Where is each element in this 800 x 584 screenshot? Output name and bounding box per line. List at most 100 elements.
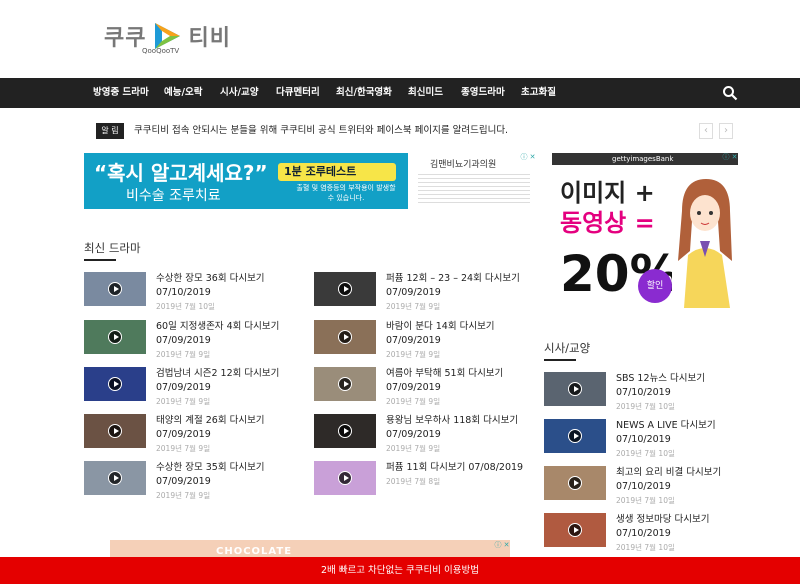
item-date: 07/10/2019 <box>616 481 671 492</box>
item-title[interactable]: 수상한 장모 36회 다시보기 <box>156 272 265 285</box>
ad-sale-badge: 할인 <box>638 269 672 303</box>
thumbnail[interactable] <box>314 272 376 306</box>
item-meta: 2019년 7월 9일 <box>156 444 211 453</box>
play-icon[interactable] <box>338 424 352 438</box>
item-meta: 2019년 7월 8일 <box>386 477 441 486</box>
item-meta: 2019년 7월 9일 <box>386 397 441 406</box>
item-meta: 2019년 7월 10일 <box>616 449 675 458</box>
nav-item-variety[interactable]: 예능/오락 <box>164 78 202 108</box>
section-title-current-affairs: 시사/교양 <box>544 341 591 355</box>
item-meta: 2019년 7월 9일 <box>156 491 211 500</box>
banner-ad[interactable]: “혹시 알고계세요?” 비수술 조루치료 1분 조루테스트 출혈 및 염증등의 … <box>84 153 408 209</box>
ad-note: 출혈 및 염증등의 부작용이 발생할 수 있습니다. <box>296 184 396 202</box>
play-icon[interactable] <box>108 471 122 485</box>
item-title[interactable]: 60일 지정생존자 4회 다시보기 <box>156 320 279 333</box>
nav-item-us-drama[interactable]: 최신미드 <box>408 78 443 108</box>
ad-subline: 비수술 조루치료 <box>126 188 221 204</box>
nav-item-ended-drama[interactable]: 종영드라마 <box>461 78 505 108</box>
ad-text: CHOCOLATE <box>216 546 293 557</box>
play-icon[interactable] <box>338 330 352 344</box>
adchoices-icon[interactable]: ⓘ ✕ <box>520 153 536 162</box>
ad-headline: “혹시 알고계세요?” <box>94 161 268 185</box>
item-title[interactable]: 여름아 부탁해 51회 다시보기 <box>386 367 503 380</box>
ad-clinic-name: 김맨비뇨기과의원 <box>430 160 497 170</box>
item-meta: 2019년 7월 10일 <box>616 543 675 552</box>
play-icon[interactable] <box>108 377 122 391</box>
main-nav: 방영중 드라마 예능/오락 시사/교양 다큐멘터리 최신/한국영화 최신미드 종… <box>0 78 800 108</box>
section-title-latest-drama: 최신 드라마 <box>84 241 141 255</box>
nav-item-movies[interactable]: 최신/한국영화 <box>336 78 392 108</box>
side-ad[interactable]: gettyimagesBank 이미지 + 동영상 = 20% 할인 <box>552 153 738 308</box>
thumbnail[interactable] <box>544 466 606 500</box>
thumbnail[interactable] <box>314 320 376 354</box>
item-date: 07/09/2019 <box>386 382 441 393</box>
play-icon[interactable] <box>568 476 582 490</box>
thumbnail[interactable] <box>544 419 606 453</box>
play-icon[interactable] <box>338 282 352 296</box>
item-meta: 2019년 7월 9일 <box>156 397 211 406</box>
play-icon[interactable] <box>108 424 122 438</box>
play-icon[interactable] <box>568 382 582 396</box>
header: 쿠쿠 티비 QooQooTV <box>0 0 800 78</box>
nav-item-documentary[interactable]: 다큐멘터리 <box>276 78 320 108</box>
logo-text-left: 쿠쿠 <box>104 26 147 51</box>
thumbnail[interactable] <box>544 372 606 406</box>
thumbnail[interactable] <box>544 513 606 547</box>
thumbnail[interactable] <box>84 414 146 448</box>
item-date: 07/09/2019 <box>156 382 211 393</box>
play-icon[interactable] <box>568 523 582 537</box>
item-title[interactable]: NEWS A LIVE 다시보기 <box>616 419 716 432</box>
adchoices-icon[interactable]: ⓘ ✕ <box>494 541 510 550</box>
section-underline <box>544 359 576 361</box>
logo-subtitle: QooQooTV <box>142 47 180 55</box>
play-icon[interactable] <box>338 471 352 485</box>
item-date: 07/09/2019 <box>386 287 441 298</box>
thumbnail[interactable] <box>314 414 376 448</box>
play-icon[interactable] <box>108 282 122 296</box>
thumbnail[interactable] <box>84 320 146 354</box>
banner-ad-right[interactable]: 김맨비뇨기과의원 <box>408 153 534 209</box>
item-date: 07/09/2019 <box>156 335 211 346</box>
bottom-notice-text[interactable]: 2배 빠르고 차단없는 쿠쿠티비 이용방법 <box>0 557 800 584</box>
logo-text-right: 티비 <box>188 26 231 51</box>
item-title[interactable]: 퍼퓸 11회 다시보기 07/08/2019 <box>386 461 523 474</box>
item-title[interactable]: 바람이 분다 14회 다시보기 <box>386 320 495 333</box>
ad-badge: 1분 조루테스트 <box>278 163 396 181</box>
item-meta: 2019년 7월 10일 <box>616 496 675 505</box>
play-icon[interactable] <box>108 330 122 344</box>
item-title[interactable]: SBS 12뉴스 다시보기 <box>616 372 705 385</box>
alert-text[interactable]: 쿠쿠티비 접속 안되시는 분들을 위해 쿠쿠티비 공식 트위터와 페이스북 페이… <box>134 123 508 139</box>
thumbnail[interactable] <box>84 461 146 495</box>
thumbnail[interactable] <box>84 272 146 306</box>
item-title[interactable]: 퍼퓸 12회 – 23 – 24회 다시보기 <box>386 272 520 285</box>
chevron-left-icon[interactable]: ‹ <box>699 123 713 139</box>
nav-item-airing-drama[interactable]: 방영중 드라마 <box>93 78 149 108</box>
item-date: 07/10/2019 <box>616 434 671 445</box>
item-title[interactable]: 최고의 요리 비결 다시보기 <box>616 466 721 479</box>
item-date: 07/09/2019 <box>156 429 211 440</box>
item-title[interactable]: 태양의 계절 26회 다시보기 <box>156 414 265 427</box>
nav-item-hd[interactable]: 초고화질 <box>521 78 556 108</box>
item-meta: 2019년 7월 10일 <box>156 302 215 311</box>
site-logo[interactable]: 쿠쿠 티비 QooQooTV <box>104 14 231 58</box>
nav-item-current-affairs[interactable]: 시사/교양 <box>220 78 258 108</box>
item-meta: 2019년 7월 9일 <box>386 350 441 359</box>
chevron-right-icon[interactable]: › <box>719 123 733 139</box>
item-title[interactable]: 생생 정보마당 다시보기 <box>616 513 709 526</box>
item-title[interactable]: 검법남녀 시즌2 12회 다시보기 <box>156 367 279 380</box>
adchoices-icon[interactable]: ⓘ ✕ <box>722 153 738 162</box>
item-date: 07/09/2019 <box>386 429 441 440</box>
ad-fine-print <box>418 171 530 205</box>
bottom-notice-bar[interactable]: 2배 빠르고 차단없는 쿠쿠티비 이용방법 <box>0 557 800 584</box>
thumbnail[interactable] <box>314 461 376 495</box>
item-date: 07/10/2019 <box>616 387 671 398</box>
section-underline <box>84 259 116 261</box>
thumbnail[interactable] <box>314 367 376 401</box>
search-icon[interactable] <box>722 85 738 101</box>
thumbnail[interactable] <box>84 367 146 401</box>
item-title[interactable]: 수상한 장모 35회 다시보기 <box>156 461 265 474</box>
item-title[interactable]: 용왕님 보우하사 118회 다시보기 <box>386 414 518 427</box>
play-icon[interactable] <box>338 377 352 391</box>
play-icon[interactable] <box>568 429 582 443</box>
illustration-icon <box>672 171 738 308</box>
